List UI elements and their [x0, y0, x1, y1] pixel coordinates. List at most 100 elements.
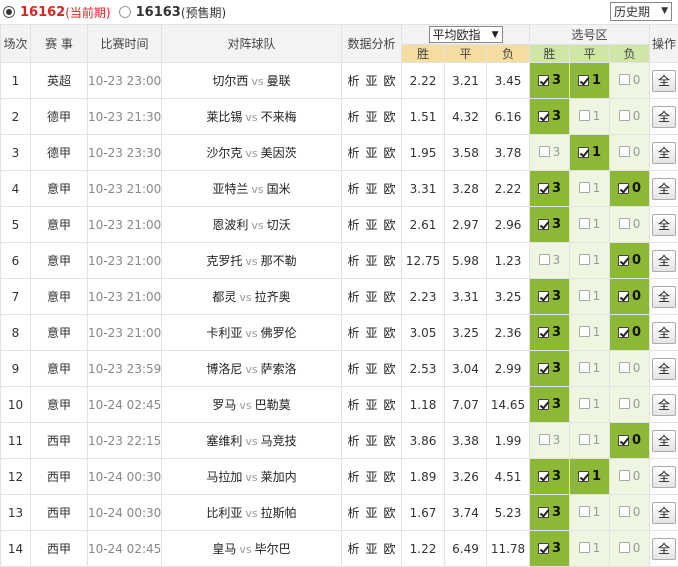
away-team[interactable]: 巴勒莫 [255, 398, 291, 412]
pick-win-checkbox[interactable] [538, 543, 549, 554]
pick-draw-checkbox[interactable] [579, 182, 590, 193]
pick-loss-cell[interactable]: 0 [610, 279, 650, 315]
pick-draw-cell[interactable]: 1 [570, 315, 610, 351]
analysis-link[interactable]: 亚 [365, 254, 377, 268]
pick-win-option[interactable]: 3 [538, 361, 561, 376]
pick-loss-option[interactable]: 0 [618, 433, 641, 448]
match-league[interactable]: 西甲 [31, 495, 88, 531]
home-team[interactable]: 都灵 [212, 290, 236, 304]
select-all-button[interactable]: 全 [652, 466, 676, 488]
pick-loss-cell[interactable]: 0 [610, 531, 650, 567]
pick-loss-option[interactable]: 0 [619, 469, 641, 483]
analysis-link[interactable]: 亚 [365, 218, 377, 232]
analysis-link[interactable]: 析 [347, 254, 359, 268]
pick-loss-checkbox[interactable] [618, 255, 629, 266]
pick-draw-cell[interactable]: 1 [570, 459, 610, 495]
pick-win-cell[interactable]: 3 [530, 279, 570, 315]
analysis-link[interactable]: 亚 [365, 470, 377, 484]
analysis-link[interactable]: 析 [347, 290, 359, 304]
select-all-button[interactable]: 全 [652, 106, 676, 128]
pick-win-checkbox[interactable] [538, 507, 549, 518]
analysis-link[interactable]: 析 [347, 74, 359, 88]
pick-loss-checkbox[interactable] [619, 110, 630, 121]
pick-win-cell[interactable]: 3 [530, 171, 570, 207]
pick-draw-cell[interactable]: 1 [570, 531, 610, 567]
analysis-link[interactable]: 欧 [384, 326, 396, 340]
pick-loss-cell[interactable]: 0 [610, 315, 650, 351]
pick-loss-cell[interactable]: 0 [610, 351, 650, 387]
away-team[interactable]: 莱加内 [261, 470, 297, 484]
pick-draw-cell[interactable]: 1 [570, 279, 610, 315]
pick-win-option[interactable]: 3 [538, 469, 561, 484]
pick-win-checkbox[interactable] [538, 219, 549, 230]
analysis-link[interactable]: 亚 [365, 506, 377, 520]
pick-loss-cell[interactable]: 0 [610, 387, 650, 423]
pick-draw-checkbox[interactable] [579, 398, 590, 409]
away-team[interactable]: 切沃 [267, 218, 291, 232]
match-league[interactable]: 意甲 [31, 351, 88, 387]
pick-win-option[interactable]: 3 [539, 145, 561, 159]
analysis-link[interactable]: 欧 [384, 218, 396, 232]
pick-draw-checkbox[interactable] [579, 326, 590, 337]
analysis-link[interactable]: 亚 [365, 74, 377, 88]
pick-win-cell[interactable]: 3 [530, 315, 570, 351]
analysis-link[interactable]: 亚 [365, 110, 377, 124]
pick-draw-checkbox[interactable] [579, 290, 590, 301]
analysis-link[interactable]: 析 [347, 218, 359, 232]
pick-win-option[interactable]: 3 [538, 217, 561, 232]
period-current-option[interactable]: 16162 (当前期) [3, 4, 111, 21]
analysis-link[interactable]: 欧 [384, 362, 396, 376]
match-league[interactable]: 西甲 [31, 459, 88, 495]
analysis-link[interactable]: 析 [347, 506, 359, 520]
analysis-link[interactable]: 析 [347, 542, 359, 556]
pick-loss-option[interactable]: 0 [619, 145, 641, 159]
pick-loss-checkbox[interactable] [619, 470, 630, 481]
pick-win-cell[interactable]: 3 [530, 531, 570, 567]
home-team[interactable]: 卡利亚 [206, 326, 242, 340]
away-team[interactable]: 曼联 [267, 74, 291, 88]
analysis-link[interactable]: 欧 [384, 110, 396, 124]
pick-draw-cell[interactable]: 1 [570, 135, 610, 171]
analysis-link[interactable]: 欧 [384, 470, 396, 484]
match-league[interactable]: 英超 [31, 63, 88, 99]
period-current-radio[interactable] [3, 6, 15, 18]
pick-win-checkbox[interactable] [539, 434, 550, 445]
pick-draw-cell[interactable]: 1 [570, 387, 610, 423]
away-team[interactable]: 马竞技 [261, 434, 297, 448]
pick-loss-cell[interactable]: 0 [610, 171, 650, 207]
pick-loss-cell[interactable]: 0 [610, 207, 650, 243]
pick-draw-option[interactable]: 1 [579, 325, 601, 339]
match-league[interactable]: 意甲 [31, 279, 88, 315]
pick-loss-cell[interactable]: 0 [610, 135, 650, 171]
select-all-button[interactable]: 全 [652, 430, 676, 452]
analysis-link[interactable]: 欧 [384, 398, 396, 412]
away-team[interactable]: 拉斯帕 [261, 506, 297, 520]
pick-draw-cell[interactable]: 1 [570, 207, 610, 243]
select-all-button[interactable]: 全 [652, 214, 676, 236]
match-league[interactable]: 意甲 [31, 243, 88, 279]
pick-win-checkbox[interactable] [538, 363, 549, 374]
pick-loss-cell[interactable]: 0 [610, 99, 650, 135]
pick-draw-checkbox[interactable] [578, 147, 589, 158]
pick-loss-cell[interactable]: 0 [610, 63, 650, 99]
away-team[interactable]: 佛罗伦 [261, 326, 297, 340]
pick-loss-option[interactable]: 0 [619, 217, 641, 231]
pick-loss-checkbox[interactable] [619, 146, 630, 157]
pick-loss-option[interactable]: 0 [619, 541, 641, 555]
pick-win-checkbox[interactable] [539, 254, 550, 265]
pick-win-option[interactable]: 3 [538, 109, 561, 124]
select-all-button[interactable]: 全 [652, 538, 676, 560]
pick-win-cell[interactable]: 3 [530, 243, 570, 279]
select-all-button[interactable]: 全 [652, 502, 676, 524]
pick-draw-checkbox[interactable] [579, 434, 590, 445]
pick-draw-checkbox[interactable] [579, 218, 590, 229]
home-team[interactable]: 亚特兰 [212, 182, 248, 196]
match-league[interactable]: 意甲 [31, 171, 88, 207]
pick-loss-option[interactable]: 0 [619, 505, 641, 519]
analysis-link[interactable]: 欧 [384, 542, 396, 556]
pick-draw-option[interactable]: 1 [579, 217, 601, 231]
pick-win-checkbox[interactable] [538, 327, 549, 338]
analysis-link[interactable]: 欧 [384, 506, 396, 520]
pick-loss-checkbox[interactable] [619, 362, 630, 373]
select-all-button[interactable]: 全 [652, 250, 676, 272]
